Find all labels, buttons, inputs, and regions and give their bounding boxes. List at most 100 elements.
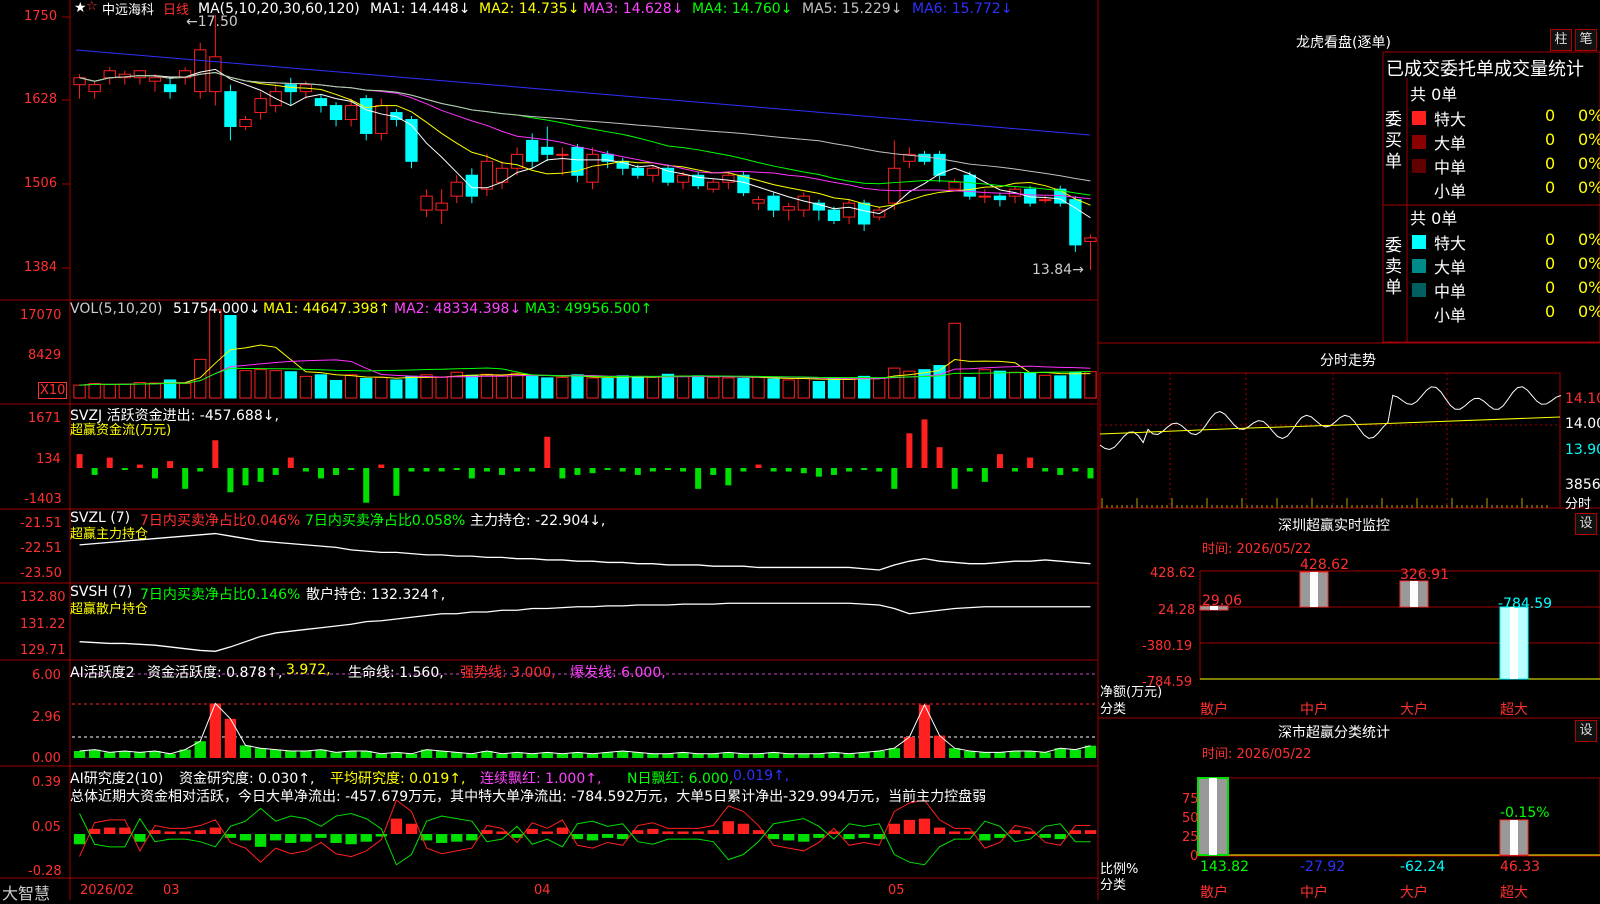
flow-bar [167, 461, 174, 468]
volume-bar [390, 379, 403, 399]
monitor-cat: 大户 [1400, 702, 1428, 718]
flow-bar [800, 468, 807, 474]
svzl-b: 7日内买卖净占比0.058% [305, 513, 466, 529]
buy-row-v: 0 [1545, 130, 1556, 149]
buy-row-v: 0 [1545, 178, 1556, 197]
candle [133, 70, 147, 79]
vol-value: 51754.000↓ [173, 301, 261, 317]
flow-bar [378, 464, 385, 468]
volume-bar [918, 369, 931, 399]
candle [963, 174, 976, 197]
flow-bar [106, 457, 113, 468]
flow-bar [1072, 468, 1079, 472]
candle [314, 98, 328, 107]
flow-bar [740, 468, 747, 472]
candle [827, 209, 841, 222]
ma1-value: MA1: 14.448↓ [370, 1, 471, 17]
vol-header: VOL(5,10,20) [70, 301, 163, 317]
sell-row-name: 特大 [1434, 234, 1467, 253]
ma5-value: MA5: 15.229↓ [802, 1, 903, 17]
candle [103, 70, 116, 79]
volume-bar [1054, 375, 1067, 399]
candle [797, 195, 810, 211]
flow-bar [514, 468, 521, 472]
volume-bar [1008, 371, 1022, 399]
volume-bar [722, 377, 735, 399]
buy-label: 委买单 [1385, 110, 1402, 172]
research-bar [707, 830, 719, 834]
research-bar [677, 831, 689, 834]
classify-tick: 50 [1182, 811, 1199, 826]
candle [1069, 199, 1082, 246]
candle [420, 195, 433, 211]
flow-bar [136, 464, 143, 468]
flow-bar [891, 468, 898, 489]
activity-bar [843, 753, 855, 758]
flow-bar [830, 468, 837, 475]
volume-bar [88, 383, 101, 399]
monitor-cat: 散户 [1200, 702, 1228, 718]
ma6-value: MA6: 15.772↓ [912, 1, 1013, 17]
stock-star[interactable]: ★ [74, 0, 87, 16]
ai2-d: N日飘红: 6.000, [627, 771, 734, 787]
volume-bar [103, 384, 116, 399]
intraday-tick: 14.00 [1565, 416, 1600, 432]
candle [360, 98, 373, 134]
sell-row-name: 中单 [1434, 282, 1467, 301]
volume-bar [329, 379, 343, 399]
background [0, 0, 1600, 900]
research-bar [737, 823, 750, 834]
flow-bar [348, 468, 355, 470]
candle [194, 49, 207, 93]
ai1-tick: 2.96 [32, 710, 61, 725]
monitor-settings-button[interactable]: 设 [1575, 513, 1597, 535]
flow-bar [755, 464, 762, 468]
classify-settings-button[interactable]: 设 [1575, 720, 1597, 742]
flow-bar [151, 468, 158, 479]
research-bar [979, 834, 991, 841]
buy-row-swatch [1412, 135, 1426, 149]
pinned-icon[interactable]: ☆ [86, 0, 98, 14]
y-tick: 1628 [24, 92, 58, 107]
flow-bar [317, 468, 324, 479]
activity-bar [752, 753, 765, 758]
volume-bar [752, 376, 765, 399]
buy-row-v: 0 [1545, 154, 1556, 173]
candle [163, 84, 177, 93]
bar-mode-button[interactable]: 柱 [1550, 29, 1572, 51]
ai1-tick: 6.00 [32, 668, 61, 683]
volume-bar [737, 377, 750, 399]
research-bar [933, 827, 946, 834]
volume-bar [797, 377, 810, 399]
tick-mode-button[interactable]: 笔 [1575, 29, 1597, 51]
activity-bar [617, 751, 629, 758]
ai1-b: 3.972, [286, 662, 331, 678]
sell-row-swatch [1412, 283, 1426, 297]
research-bar [270, 834, 282, 841]
vol-tick: 8429 [28, 348, 62, 363]
ma2-value: MA2: 14.735↓ [479, 1, 580, 17]
volume-bar [616, 375, 629, 399]
activity-bar [994, 752, 1006, 758]
research-bar [903, 819, 916, 834]
dragon-title: 龙虎看盘(逐单) [1296, 35, 1391, 51]
intraday-title: 分时走势 [1320, 353, 1376, 369]
volume-bar [707, 376, 720, 399]
stock-chart-canvas[interactable] [0, 0, 1600, 900]
intraday-tick: 13.90 [1565, 442, 1600, 458]
activity-bar [466, 753, 478, 758]
volume-bar [239, 370, 252, 399]
volume-bar [556, 376, 569, 399]
sell-row-v: 0 [1545, 302, 1556, 321]
research-bar [526, 828, 538, 834]
volume-bar [1039, 374, 1052, 399]
svzl-sub: 超赢主力持仓 [70, 527, 149, 542]
candle [148, 77, 162, 82]
volume-bar [1084, 371, 1097, 399]
volume-bar [209, 309, 222, 399]
flow-bar [710, 468, 717, 475]
volume-bar [1069, 371, 1082, 399]
flow-bar [393, 468, 400, 496]
research-bar [390, 818, 403, 834]
research-bar [73, 834, 86, 845]
